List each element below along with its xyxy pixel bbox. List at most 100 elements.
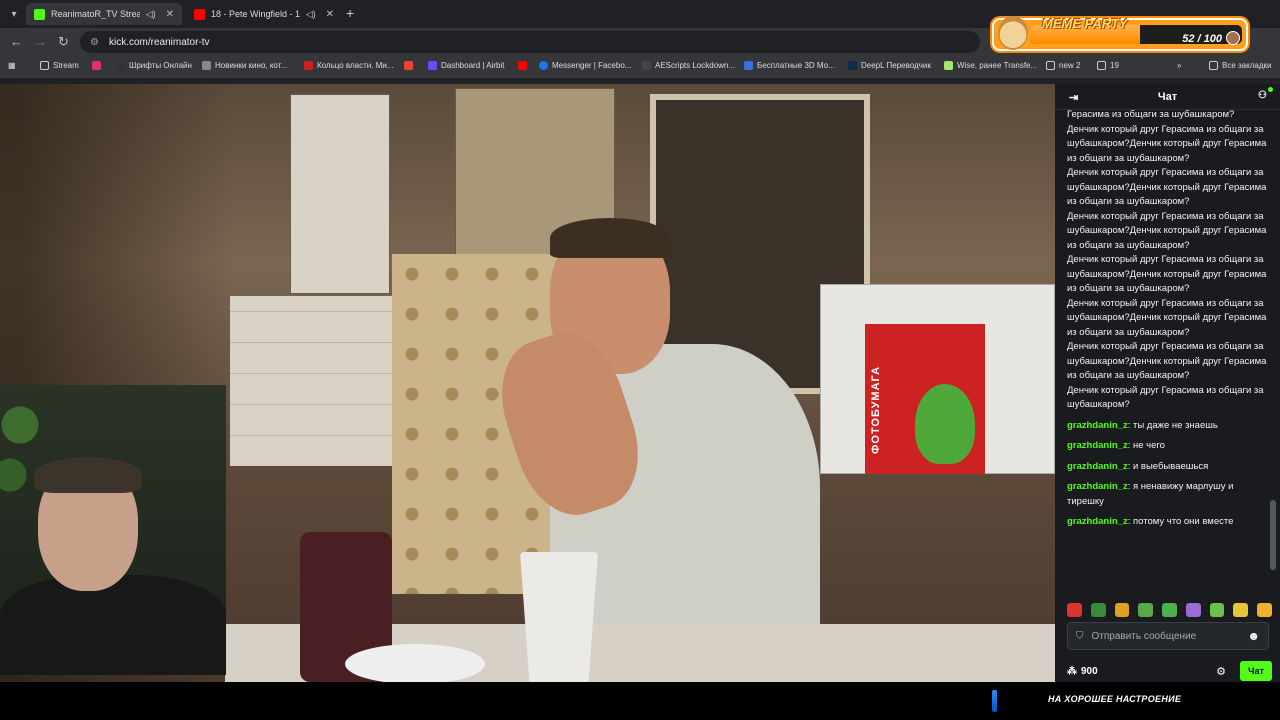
- youtube-icon: [518, 61, 527, 70]
- chat-username[interactable]: grazhdanin_z: [1067, 481, 1128, 492]
- plate: [345, 644, 485, 682]
- tab-title: 18 - Pete Wingfield - 18 W: [211, 9, 300, 19]
- emote-icon[interactable]: [1162, 603, 1177, 617]
- emote-icon[interactable]: [1185, 603, 1201, 617]
- chat-username[interactable]: grazhdanin_z: [1067, 461, 1128, 472]
- emote-icon[interactable]: [1257, 603, 1273, 617]
- facebook-icon: [539, 61, 548, 70]
- back-icon[interactable]: ←: [10, 35, 23, 49]
- chat-username[interactable]: grazhdanin_z: [1067, 516, 1128, 527]
- bookmark-label: Stream: [53, 61, 79, 70]
- coin-icon: [1226, 31, 1240, 45]
- bookmark-label: AEScripts Lockdown...: [655, 61, 736, 70]
- bookmark-19[interactable]: 19: [1097, 61, 1119, 70]
- plant: [0, 385, 40, 515]
- chat-scrollbar[interactable]: [1270, 500, 1276, 570]
- emote-icon[interactable]: [1138, 603, 1154, 617]
- chat-message: grazhdanin_z: я ненавижу марлушу и тиреш…: [1067, 481, 1234, 507]
- chat-footer: ⁂ 900 ⚙ Чат: [1067, 660, 1272, 682]
- send-chat-button[interactable]: Чат: [1240, 661, 1272, 681]
- bookmark-messenger[interactable]: Messenger | Facebo...: [539, 61, 631, 70]
- address-bar[interactable]: ⚙ kick.com/reanimator-tv: [80, 31, 980, 53]
- chat-input[interactable]: ⛉ Отправить сообщение ☻: [1067, 622, 1269, 650]
- chat-username[interactable]: grazhdanin_z: [1067, 420, 1128, 431]
- emote-bar: [1067, 600, 1273, 620]
- kick-favicon-icon: [34, 8, 45, 20]
- site-info-icon[interactable]: ⚙: [90, 37, 99, 48]
- bookmark-label: new 2: [1059, 61, 1081, 70]
- emote-icon[interactable]: [1067, 603, 1082, 617]
- emote-icon[interactable]: [1233, 603, 1249, 617]
- aescripts-icon: [642, 61, 651, 70]
- bookmark-fonts[interactable]: Шрифты Онлайн: [116, 61, 192, 70]
- chat-username[interactable]: grazhdanin_z: [1067, 440, 1128, 451]
- bookmark-youtube[interactable]: [518, 61, 527, 70]
- fonts-icon: [116, 61, 125, 70]
- bookmark-wise[interactable]: Wise, ранее Transfe...: [944, 61, 1037, 70]
- bookmark-label: Кольцо власти. Ми...: [317, 61, 394, 70]
- bookmark-label: Бесплатные 3D Мо...: [757, 61, 835, 70]
- bookmarks-bar: ▦ Stream Шрифты Онлайн Новинки кино, кот…: [0, 56, 1280, 78]
- forward-icon[interactable]: →: [34, 35, 47, 49]
- chat-message: grazhdanin_z: потому что они вместе: [1067, 516, 1234, 527]
- bookmark-stream[interactable]: Stream: [40, 61, 79, 70]
- bookmark-all[interactable]: Все закладки: [1209, 61, 1271, 70]
- folder-icon: [40, 61, 49, 70]
- speaker-icon[interactable]: ◁): [306, 9, 316, 20]
- chat-message-text: не чего: [1132, 440, 1165, 451]
- blue-marker: [992, 690, 997, 712]
- bookmark-ring[interactable]: Кольцо власти. Ми...: [304, 61, 394, 70]
- youtube-favicon-icon: [194, 8, 205, 20]
- emoji-icon[interactable]: ☻: [1247, 629, 1260, 643]
- folder-icon: [1209, 61, 1218, 70]
- gear-icon[interactable]: ⚙: [1216, 665, 1226, 678]
- webcam-shirt: [0, 575, 226, 675]
- bookmark-airbit[interactable]: Dashboard | Airbit: [428, 61, 504, 70]
- bookmark-label: Dashboard | Airbit: [441, 61, 505, 70]
- deepl-icon: [848, 61, 857, 70]
- emote-icon[interactable]: [1090, 603, 1106, 617]
- speaker-icon[interactable]: ◁): [146, 9, 156, 20]
- tab-kick-stream[interactable]: ReanimatoR_TV Stream - W ◁) ✕: [26, 3, 182, 25]
- tab-title: ReanimatoR_TV Stream - W: [51, 9, 140, 19]
- meme-party-widget: MEME PARTY 52 / 100: [992, 16, 1248, 51]
- reload-icon[interactable]: ↻: [58, 35, 69, 49]
- new-tab-icon[interactable]: +: [346, 5, 354, 21]
- tab-youtube[interactable]: 18 - Pete Wingfield - 18 W ◁) ✕: [186, 3, 342, 25]
- ticker-text: НА ХОРОШЕЕ НАСТРОЕНИЕ: [1048, 694, 1182, 704]
- bookmark-label: Все закладки: [1222, 61, 1272, 70]
- meme-title: MEME PARTY: [1042, 16, 1128, 31]
- url-text: kick.com/reanimator-tv: [108, 36, 210, 48]
- collapse-chat-icon[interactable]: ⇥: [1069, 91, 1078, 104]
- bookmark-label: Messenger | Facebo...: [552, 61, 632, 70]
- bookmark-aescripts[interactable]: AEScripts Lockdown...: [642, 61, 735, 70]
- bookmark-gmail[interactable]: [404, 61, 413, 70]
- doge-icon: [998, 16, 1028, 50]
- bookmark-instagram[interactable]: [92, 61, 101, 70]
- close-tab-icon[interactable]: ✕: [166, 9, 174, 20]
- chat-title: Чат: [1157, 90, 1178, 103]
- wise-icon: [944, 61, 953, 70]
- chat-message: grazhdanin_z: ты даже не знаешь: [1067, 419, 1218, 431]
- bookmark-deepl[interactable]: DeepL Переводчик: [848, 61, 931, 70]
- channel-points[interactable]: ⁂ 900: [1067, 666, 1098, 677]
- webcam-overlay: [0, 385, 226, 675]
- bookmark-label: Новинки кино, кот...: [215, 61, 288, 70]
- shield-icon[interactable]: ⛉: [1076, 631, 1084, 642]
- apps-icon[interactable]: ▦: [8, 61, 16, 70]
- points-value: 900: [1081, 665, 1098, 677]
- tab-search-icon[interactable]: ▾: [6, 6, 22, 22]
- bookmarks-overflow-icon[interactable]: »: [1177, 61, 1181, 70]
- box-label: ФОТОБУМАГА: [870, 365, 882, 454]
- close-tab-icon[interactable]: ✕: [326, 9, 334, 20]
- bookmark-movies[interactable]: Новинки кино, кот...: [202, 61, 287, 70]
- kitchen-cabinet: [290, 94, 390, 294]
- bookmark-new2[interactable]: new 2: [1046, 61, 1080, 70]
- points-icon: ⁂: [1067, 665, 1077, 677]
- emote-icon[interactable]: [1114, 603, 1130, 617]
- chat-users-icon[interactable]: ⚇: [1258, 87, 1273, 102]
- emote-icon[interactable]: [1209, 603, 1225, 617]
- white-cup: [520, 552, 598, 682]
- meme-count: 52 / 100: [1182, 33, 1222, 45]
- bookmark-3d[interactable]: Бесплатные 3D Мо...: [744, 61, 835, 70]
